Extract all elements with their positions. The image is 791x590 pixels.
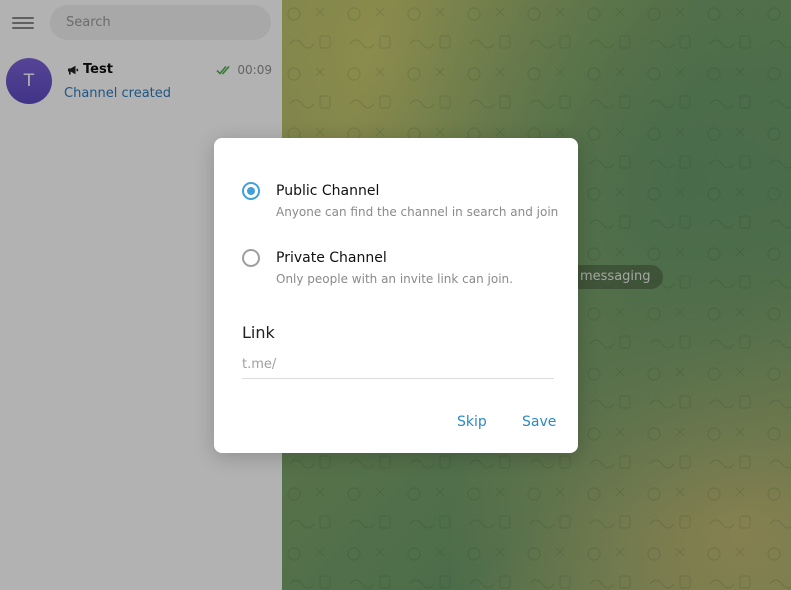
- save-button[interactable]: Save: [522, 414, 556, 430]
- public-channel-label: Public Channel: [276, 183, 380, 199]
- public-channel-description: Anyone can find the channel in search an…: [276, 205, 559, 219]
- private-channel-radio[interactable]: [242, 249, 260, 267]
- public-channel-radio[interactable]: [242, 182, 260, 200]
- private-channel-label: Private Channel: [276, 250, 387, 266]
- link-label: Link: [242, 323, 275, 342]
- link-input[interactable]: [242, 350, 554, 379]
- private-channel-description: Only people with an invite link can join…: [276, 272, 513, 286]
- skip-button[interactable]: Skip: [457, 414, 487, 430]
- app-window: T Test 00:09 Channel created: [0, 0, 791, 590]
- channel-type-dialog: Public Channel Anyone can find the chann…: [214, 138, 578, 453]
